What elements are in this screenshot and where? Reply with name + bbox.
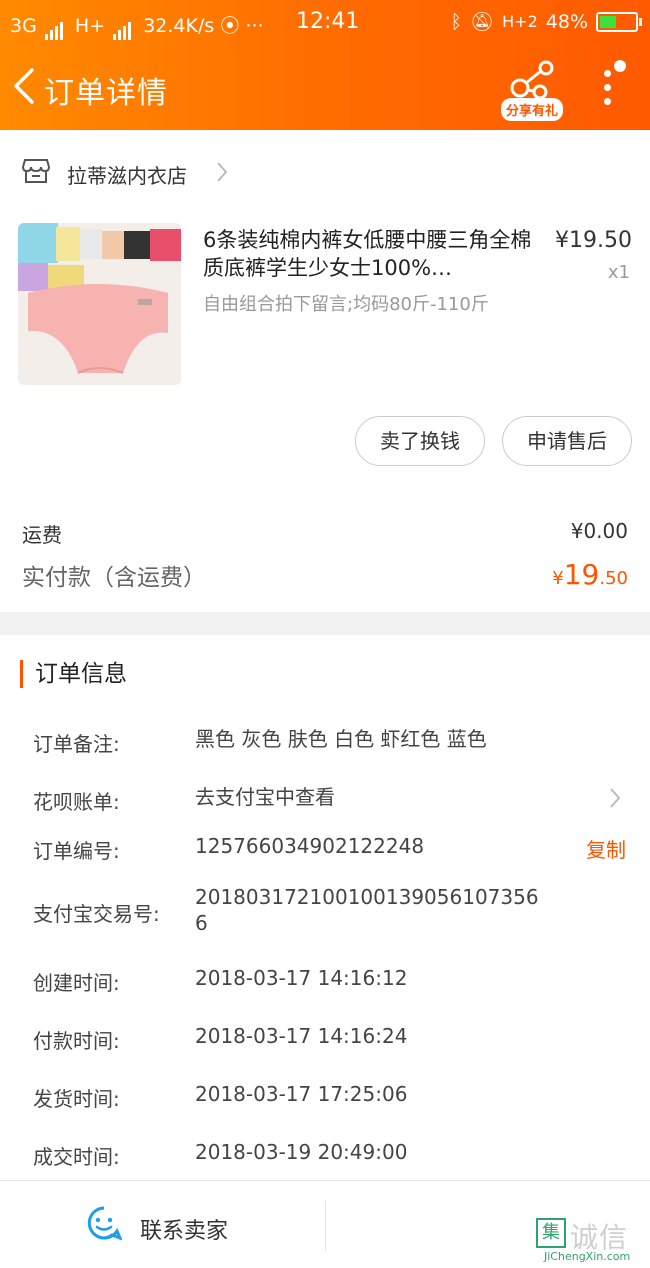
status-left: 3G H+ 32.4K/s ⦿ ··· (10, 11, 264, 40)
shipped-time-value: 2018-03-17 17:25:06 (195, 1082, 408, 1106)
shipped-time-label: 发货时间: (33, 1087, 120, 1111)
product-image[interactable] (18, 223, 181, 385)
battery-icon (596, 11, 642, 32)
shop-row[interactable]: 拉蒂滋内衣店 (0, 130, 650, 214)
watermark-url: JiChengXin.com (544, 1250, 631, 1263)
more-menu-button[interactable] (600, 60, 626, 120)
huabei-label[interactable]: 花呗账单: (33, 786, 120, 815)
completed-time-label: 成交时间: (33, 1145, 120, 1169)
app-header: 3G H+ 32.4K/s ⦿ ··· 12:41 ᛒ 🔕︎ H+2 48% 订… (0, 0, 650, 130)
total-integer: 19 (563, 558, 600, 591)
network-type-3: H+2 (502, 12, 538, 31)
after-sale-button[interactable]: 申请售后 (502, 416, 632, 466)
network-type-2: H+ (74, 15, 106, 37)
copy-button[interactable]: 复制 (586, 834, 626, 863)
product-sku: 自由组合拍下留言;均码80斤-110斤 (203, 294, 489, 315)
created-time-value: 2018-03-17 14:16:12 (195, 966, 408, 990)
status-bar: 3G H+ 32.4K/s ⦿ ··· 12:41 ᛒ 🔕︎ H+2 48% (0, 0, 650, 44)
nav-bar: 订单详情 分享有礼 (0, 52, 650, 128)
watermark: 集 诚信 JiChengXin.com (530, 1212, 650, 1268)
network-type-1: 3G (10, 15, 37, 37)
order-note-label: 订单备注: (33, 732, 120, 756)
status-right: ᛒ 🔕︎ H+2 48% (450, 10, 642, 33)
shipping-label: 运费 (22, 523, 62, 547)
page-title: 订单详情 (44, 76, 168, 111)
chevron-right-icon (217, 162, 228, 182)
more-notifications-icon: ··· (245, 15, 264, 37)
clock: 12:41 (296, 9, 360, 34)
alipay-trade-label: 支付宝交易号: (33, 902, 160, 926)
order-number-label: 订单编号: (33, 839, 120, 863)
created-time-label: 创建时间: (33, 971, 120, 995)
paid-time-label: 付款时间: (33, 1029, 120, 1053)
product-title[interactable]: 6条装纯棉内裤女低腰中腰三角全棉质底裤学生少女士100%… (203, 226, 533, 282)
shop-name: 拉蒂滋内衣店 (67, 164, 187, 188)
notification-dot (614, 60, 626, 72)
signal-icon-2 (113, 18, 133, 40)
total-label: 实付款（含运费） (22, 565, 206, 591)
huabei-value[interactable]: 去支付宝中查看 (195, 784, 540, 810)
contact-seller-button[interactable]: 联系卖家 (60, 1181, 310, 1268)
product-quantity: x1 (607, 262, 630, 283)
total-currency: ¥ (552, 568, 564, 589)
product-image-art (18, 223, 181, 385)
order-note-value: 黑色 灰色 肤色 白色 虾红色 蓝色 (195, 727, 487, 751)
network-speed: 32.4K/s (143, 15, 215, 37)
bluetooth-icon: ᛒ (450, 10, 463, 33)
shipping-value: ¥0.00 (570, 519, 628, 543)
nfc-icon: ⦿ (220, 15, 240, 37)
bottom-divider (325, 1201, 326, 1251)
total-amount: ¥19.50 (552, 558, 628, 591)
battery-percent: 48% (545, 10, 588, 33)
share-button[interactable]: 分享有礼 (498, 58, 568, 121)
mute-icon: 🔕︎ (470, 11, 495, 33)
completed-time-value: 2018-03-19 20:49:00 (195, 1140, 408, 1164)
store-icon (22, 159, 50, 183)
share-badge: 分享有礼 (501, 98, 564, 121)
back-arrow-icon[interactable] (10, 66, 40, 106)
total-decimal: .50 (599, 568, 628, 589)
watermark-logo: 集 (536, 1218, 566, 1248)
paid-time-value: 2018-03-17 14:16:24 (195, 1024, 408, 1048)
sell-button[interactable]: 卖了换钱 (355, 416, 485, 466)
contact-seller-label: 联系卖家 (140, 1219, 229, 1244)
alipay-trade-value: 2018031721001001390561073566 (195, 885, 539, 935)
chat-bubble-icon (87, 1206, 122, 1241)
share-icon (510, 60, 554, 100)
order-info-title: 订单信息 (20, 660, 127, 688)
signal-icon (44, 18, 65, 40)
order-number-value: 125766034902122248 (195, 834, 425, 858)
chevron-right-icon[interactable] (608, 786, 622, 810)
product-price: ¥19.50 (555, 228, 632, 253)
